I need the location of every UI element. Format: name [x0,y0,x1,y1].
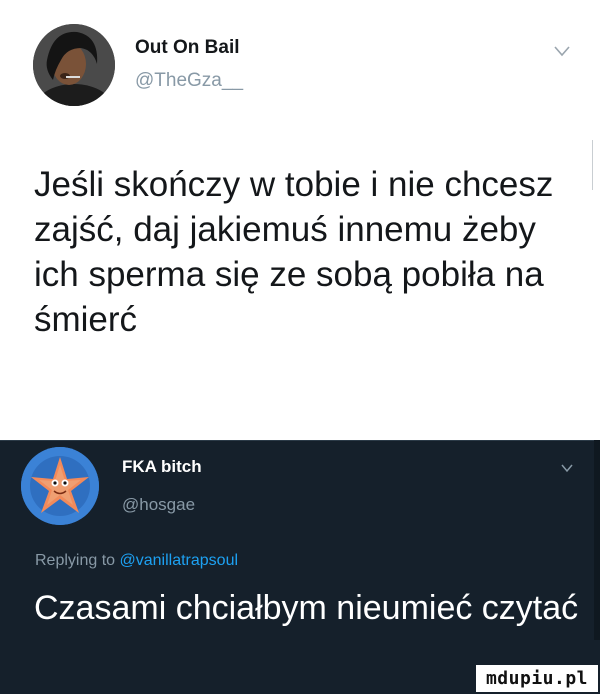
watermark-text: mdupiu.pl [485,668,589,689]
tweet-card-1: Out On Bail @TheGza__ Jeśli skończy w to… [0,0,600,440]
user-handle[interactable]: @hosgae [122,495,195,515]
replying-to-line: Replying to @vanillatrapsoul [35,552,238,570]
divider [0,440,600,441]
profile-photo-icon [33,24,115,106]
watermark-logo: mdupiu.pl [474,663,600,694]
replying-prefix: Replying to [35,552,116,569]
divider [592,140,593,190]
scrollbar[interactable] [594,440,600,640]
user-handle[interactable]: @TheGza__ [135,70,243,92]
tweet-text: Czasami chciałbym nieumieć czytać [34,589,579,627]
chevron-down-icon[interactable] [560,463,574,473]
starfish-avatar-icon [21,447,99,525]
chevron-down-icon[interactable] [553,44,571,58]
avatar[interactable] [33,24,115,106]
tweet-card-2: FKA bitch @hosgae Replying to @vanillatr… [0,440,600,694]
avatar[interactable] [21,447,99,525]
tweet-text: Jeśli skończy w tobie i nie chcesz zajść… [34,165,554,339]
display-name[interactable]: Out On Bail [135,37,240,59]
mention-link[interactable]: @vanillatrapsoul [120,552,239,569]
display-name[interactable]: FKA bitch [122,457,202,477]
